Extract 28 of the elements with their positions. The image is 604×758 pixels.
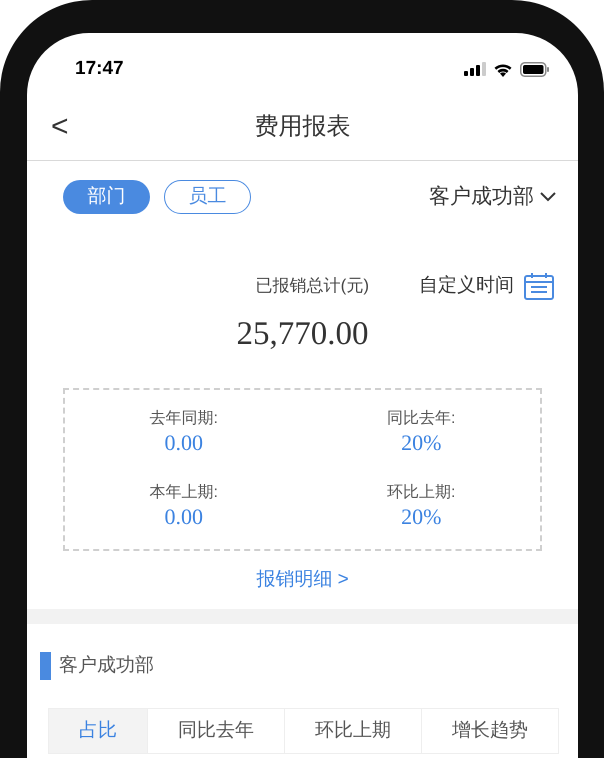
- stat-label: 环比上期:: [387, 482, 456, 502]
- wifi-icon: [493, 62, 513, 76]
- stat-value: 0.00: [164, 502, 203, 530]
- segment-button[interactable]: 部门: [63, 180, 150, 214]
- stat-label: 同比去年:: [387, 409, 456, 429]
- page-title: 费用报表: [254, 112, 350, 142]
- total-amount: 25,770.00: [236, 315, 368, 354]
- segment-button[interactable]: 员工: [164, 180, 251, 214]
- section-marker: [40, 652, 51, 680]
- department-dropdown[interactable]: 客户成功部: [429, 181, 556, 213]
- stat-value: 20%: [401, 429, 442, 456]
- back-button[interactable]: <: [51, 112, 69, 142]
- detail-link[interactable]: 报销明细 >: [256, 566, 349, 594]
- chart-tab[interactable]: 环比上期: [284, 709, 421, 753]
- section-title: 客户成功部: [59, 654, 154, 678]
- custom-time-button[interactable]: 自定义时间: [419, 272, 554, 300]
- calendar-icon: [524, 272, 554, 300]
- stat-label: 本年上期:: [150, 482, 218, 502]
- battery-icon: [520, 62, 550, 76]
- total-label: 已报销总计(元): [256, 274, 369, 296]
- chevron-down-icon: [540, 192, 556, 202]
- status-time: 17:47: [75, 56, 124, 81]
- stat-value: 0.00: [164, 429, 203, 456]
- chart-tab[interactable]: 增长趋势: [421, 709, 558, 753]
- stat-value: 20%: [401, 502, 442, 530]
- chart-tab[interactable]: 同比去年: [147, 709, 284, 753]
- signal-icon: [464, 62, 486, 76]
- stat-label: 去年同期:: [150, 409, 218, 429]
